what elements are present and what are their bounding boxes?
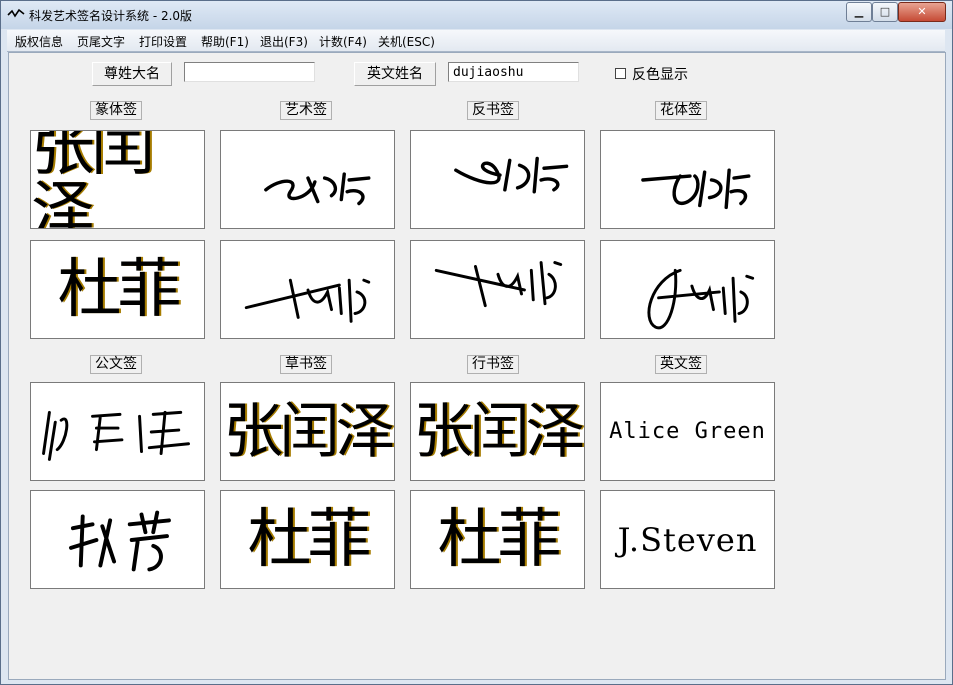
section-label-gongwen: 公文签 <box>90 355 142 374</box>
section-label-caoshu: 草书签 <box>280 355 332 374</box>
signature-yingwen-2[interactable]: J.Steven <box>600 490 775 589</box>
signature-text: 杜菲 <box>57 252 182 327</box>
art-signature-graphic <box>264 172 371 206</box>
signature-fanshu-1[interactable] <box>410 130 585 229</box>
chinese-name-input[interactable] <box>184 62 315 82</box>
menu-footer-text[interactable]: 页尾文字 <box>77 33 125 50</box>
signature-text: Alice Green <box>609 419 766 444</box>
reverse-signature-graphic <box>454 156 569 194</box>
menu-print-settings[interactable]: 打印设置 <box>139 33 187 50</box>
signature-text: 杜菲 <box>437 502 562 577</box>
signature-gongwen-2[interactable] <box>30 490 205 589</box>
flower-signature-graphic <box>647 268 755 330</box>
menu-shutdown[interactable]: 关机(ESC) <box>378 33 435 50</box>
menu-count[interactable]: 计数(F4) <box>319 33 367 50</box>
menu-help[interactable]: 帮助(F1) <box>201 33 249 50</box>
reverse-signature-graphic <box>434 261 563 308</box>
signature-xingshu-2[interactable]: 杜菲 <box>410 490 585 589</box>
signature-caoshu-1[interactable]: 张闰泽 <box>220 382 395 481</box>
signature-text: 张闰泽 <box>223 396 395 467</box>
signature-yishu-2[interactable] <box>220 240 395 339</box>
chinese-name-label: 尊姓大名 <box>92 62 172 86</box>
menu-bar: 版权信息 页尾文字 打印设置 帮助(F1) 退出(F3) 计数(F4) 关机(E… <box>7 30 945 52</box>
section-label-huati: 花体签 <box>655 101 707 120</box>
invert-display-checkbox[interactable] <box>615 68 626 79</box>
maximize-button[interactable]: □ <box>872 2 898 22</box>
signature-yishu-1[interactable] <box>220 130 395 229</box>
signature-xingshu-1[interactable]: 张闰泽 <box>410 382 585 481</box>
official-signature-graphic <box>42 410 191 461</box>
menu-copyright[interactable]: 版权信息 <box>15 33 63 50</box>
english-name-label: 英文姓名 <box>354 62 436 86</box>
signature-zhuanti-1[interactable]: 张闰泽 <box>30 130 205 229</box>
official-signature-graphic <box>69 510 171 572</box>
section-label-xingshu: 行书签 <box>467 355 519 374</box>
section-label-zhuanti: 篆体签 <box>90 101 142 120</box>
flower-signature-graphic <box>641 168 751 210</box>
signature-huati-1[interactable] <box>600 130 775 229</box>
signature-text: J.Steven <box>617 520 758 559</box>
title-bar[interactable]: 科发艺术签名设计系统 - 2.0版 ▁ □ ✕ <box>1 1 952 29</box>
signature-yingwen-1[interactable]: Alice Green <box>600 382 775 481</box>
section-label-yishu: 艺术签 <box>280 101 332 120</box>
signature-text: 杜菲 <box>247 502 372 577</box>
signature-caoshu-2[interactable]: 杜菲 <box>220 490 395 589</box>
art-signature-graphic <box>244 278 371 323</box>
minimize-button[interactable]: ▁ <box>846 2 872 22</box>
signature-zhuanti-2[interactable]: 杜菲 <box>30 240 205 339</box>
signature-gongwen-1[interactable] <box>30 382 205 481</box>
window-title: 科发艺术签名设计系统 - 2.0版 <box>29 9 193 23</box>
menu-exit[interactable]: 退出(F3) <box>260 33 308 50</box>
signature-text: 张闰泽 <box>31 130 155 229</box>
app-icon <box>7 8 25 18</box>
signature-fanshu-2[interactable] <box>410 240 585 339</box>
invert-display-label[interactable]: 反色显示 <box>632 64 688 84</box>
signature-huati-2[interactable] <box>600 240 775 339</box>
signature-text: 张闰泽 <box>413 396 585 467</box>
english-name-input[interactable]: dujiaoshu <box>448 62 579 82</box>
section-label-yingwen: 英文签 <box>655 355 707 374</box>
close-button[interactable]: ✕ <box>898 2 946 22</box>
section-label-fanshu: 反书签 <box>467 101 519 120</box>
